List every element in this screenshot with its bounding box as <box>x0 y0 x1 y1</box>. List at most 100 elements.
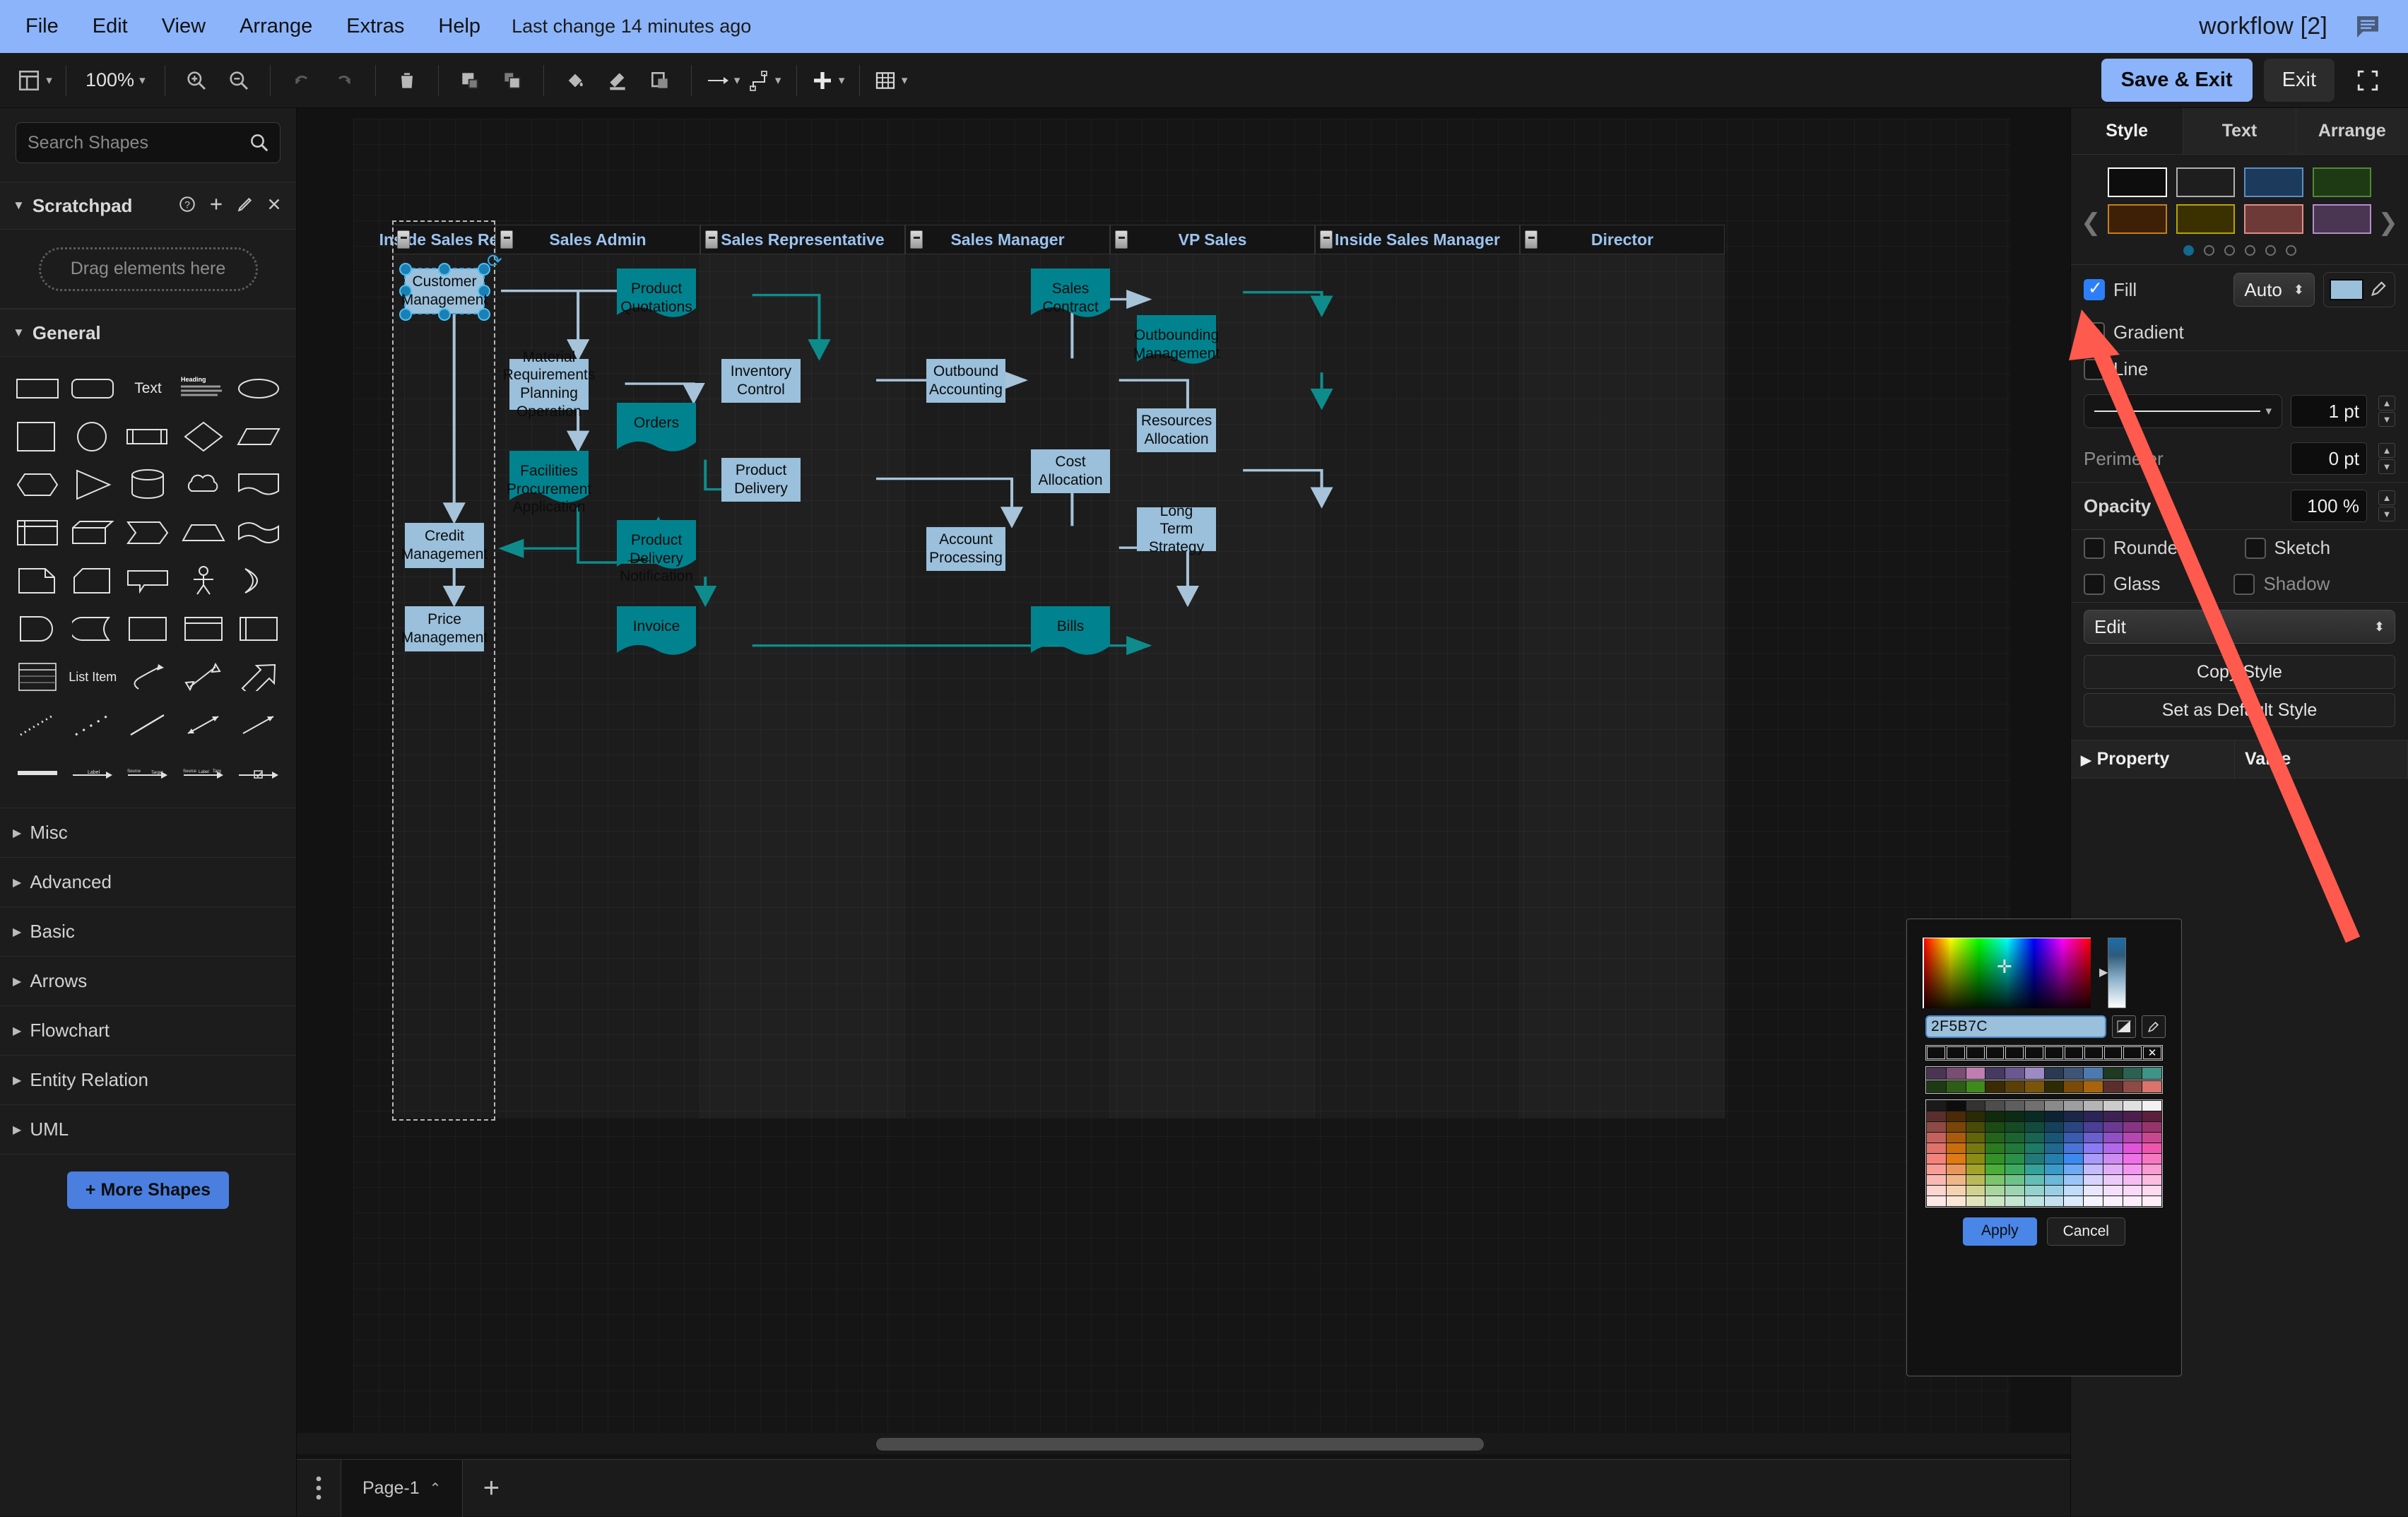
palette-swatch[interactable] <box>2044 1154 2064 1164</box>
swatch-page-dot-1[interactable] <box>2183 245 2194 256</box>
sidebar-item-basic[interactable]: ▶ Basic <box>0 907 296 957</box>
add-icon[interactable] <box>207 195 225 217</box>
palette-swatch[interactable] <box>1966 1164 1985 1174</box>
palette-swatch[interactable] <box>2044 1143 2064 1153</box>
chevron-right-icon[interactable]: ❯ <box>2378 208 2399 237</box>
palette-swatch[interactable] <box>2123 1164 2142 1174</box>
shape-callout[interactable] <box>120 557 175 604</box>
node-facilities-procurement-application[interactable]: Facilities Procurement Application <box>507 451 591 515</box>
recent-swatch[interactable] <box>2025 1046 2043 1059</box>
shape-container[interactable] <box>120 606 175 652</box>
palette-swatch[interactable] <box>1966 1068 1985 1079</box>
palette-swatch[interactable] <box>2084 1111 2103 1121</box>
swatch-page-dot-2[interactable] <box>2203 245 2214 256</box>
recent-swatch[interactable] <box>2084 1046 2103 1059</box>
more-shapes-button[interactable]: + More Shapes <box>66 1171 230 1209</box>
palette-swatch[interactable] <box>2024 1186 2044 1196</box>
shape-process[interactable] <box>120 413 175 460</box>
palette-swatch[interactable] <box>1966 1143 1985 1153</box>
palette-swatch[interactable] <box>1927 1196 1946 1206</box>
stepper-up[interactable]: ▲ <box>2378 443 2395 458</box>
shape-actor[interactable] <box>176 557 231 604</box>
palette-swatch[interactable] <box>2064 1133 2083 1143</box>
palette-swatch[interactable] <box>2024 1175 2044 1185</box>
palette-swatch[interactable] <box>2142 1068 2161 1079</box>
palette-swatch[interactable] <box>1985 1068 2005 1079</box>
shape-textbox-heading[interactable]: Heading <box>176 365 231 412</box>
palette-swatch[interactable] <box>2123 1196 2142 1206</box>
palette-swatch[interactable] <box>2005 1143 2024 1153</box>
palette-swatch[interactable] <box>1966 1133 1985 1143</box>
swatch-page-dot-5[interactable] <box>2265 245 2276 256</box>
palette-swatch[interactable] <box>1985 1143 2005 1153</box>
line-width-stepper[interactable]: ▲ ▼ <box>2378 396 2395 427</box>
palette-swatch[interactable] <box>2005 1068 2024 1079</box>
palette-swatch[interactable] <box>2024 1154 2044 1164</box>
resize-handle-sw[interactable] <box>399 308 412 321</box>
delete-icon[interactable] <box>388 60 426 101</box>
shape-plain-line[interactable] <box>120 702 175 748</box>
palette-swatch[interactable] <box>2064 1186 2083 1196</box>
redo-icon[interactable] <box>325 60 363 101</box>
palette-swatch[interactable] <box>2044 1122 2064 1132</box>
palette-swatch[interactable] <box>2103 1164 2123 1174</box>
palette-swatch[interactable] <box>2005 1122 2024 1132</box>
palette-swatch[interactable] <box>2024 1143 2044 1153</box>
palette-swatch[interactable] <box>1946 1196 1966 1206</box>
node-resources-allocation[interactable]: Resources Allocation <box>1137 408 1216 452</box>
add-page-icon[interactable]: + <box>463 1472 519 1504</box>
layout-panels-icon[interactable]: ▾ <box>16 60 54 101</box>
sidebar-item-misc[interactable]: ▶ Misc <box>0 808 296 858</box>
palette-swatch[interactable] <box>1966 1081 1985 1092</box>
style-swatch-7[interactable] <box>2312 204 2371 234</box>
style-swatch-2[interactable] <box>2244 167 2303 197</box>
palette-swatch[interactable] <box>2005 1175 2024 1185</box>
palette-swatch[interactable] <box>1966 1101 1985 1111</box>
exit-button[interactable]: Exit <box>2263 59 2335 102</box>
node-product-quotations[interactable]: Product Quotations <box>617 268 696 326</box>
shape-cube[interactable] <box>65 509 120 556</box>
palette-swatch[interactable] <box>2142 1164 2161 1174</box>
palette-swatch[interactable] <box>2005 1081 2024 1092</box>
palette-swatch[interactable] <box>2103 1196 2123 1206</box>
style-swatch-6[interactable] <box>2244 204 2303 234</box>
node-product-delivery[interactable]: Product Delivery <box>721 458 801 502</box>
resize-handle-s[interactable] <box>438 308 451 321</box>
line-color-icon[interactable] <box>598 60 637 101</box>
palette-swatch[interactable] <box>2103 1133 2123 1143</box>
palette-swatch[interactable] <box>2103 1186 2123 1196</box>
palette-swatch[interactable] <box>2064 1081 2083 1092</box>
palette-swatch[interactable] <box>1946 1154 1966 1164</box>
shape-source-target-arrow[interactable]: Source Target <box>120 750 175 796</box>
palette-swatch[interactable] <box>2103 1175 2123 1185</box>
shape-list[interactable] <box>10 654 65 700</box>
palette-swatch[interactable] <box>1927 1133 1946 1143</box>
glass-checkbox[interactable] <box>2084 573 2105 595</box>
palette-swatch[interactable] <box>2005 1186 2024 1196</box>
palette-swatch[interactable] <box>1946 1133 1966 1143</box>
shadow-icon[interactable] <box>641 60 679 101</box>
opacity-field[interactable]: 100 % <box>2291 490 2367 522</box>
style-swatch-4[interactable] <box>2108 204 2167 234</box>
fullscreen-icon[interactable] <box>2346 59 2390 102</box>
palette-swatch[interactable] <box>1985 1196 2005 1206</box>
stepper-down[interactable]: ▼ <box>2378 459 2395 474</box>
palette-swatch[interactable] <box>2044 1133 2064 1143</box>
sidebar-item-arrows[interactable]: ▶ Arrows <box>0 957 296 1006</box>
palette-swatch[interactable] <box>2064 1196 2083 1206</box>
connection-arrow-icon[interactable]: ▾ <box>704 60 742 101</box>
node-orders[interactable]: Orders <box>617 403 696 461</box>
palette-swatch[interactable] <box>1927 1122 1946 1132</box>
palette-swatch[interactable] <box>2103 1068 2123 1079</box>
color-picker-dialog[interactable]: ✛ ▶ 2F5B7C ✕ Apply Cancel <box>1906 919 2182 1376</box>
shape-internal-storage[interactable] <box>10 509 65 556</box>
shape-labeled-arrow[interactable]: Label <box>65 750 120 796</box>
palette-swatch[interactable] <box>1985 1133 2005 1143</box>
shape-card[interactable] <box>65 557 120 604</box>
palette-swatch[interactable] <box>1966 1111 1985 1121</box>
palette-swatch[interactable] <box>2142 1196 2161 1206</box>
menu-file[interactable]: File <box>8 0 76 53</box>
palette-swatch[interactable] <box>2044 1068 2064 1079</box>
tab-style[interactable]: Style <box>2071 108 2184 154</box>
shape-cloud[interactable] <box>176 461 231 508</box>
